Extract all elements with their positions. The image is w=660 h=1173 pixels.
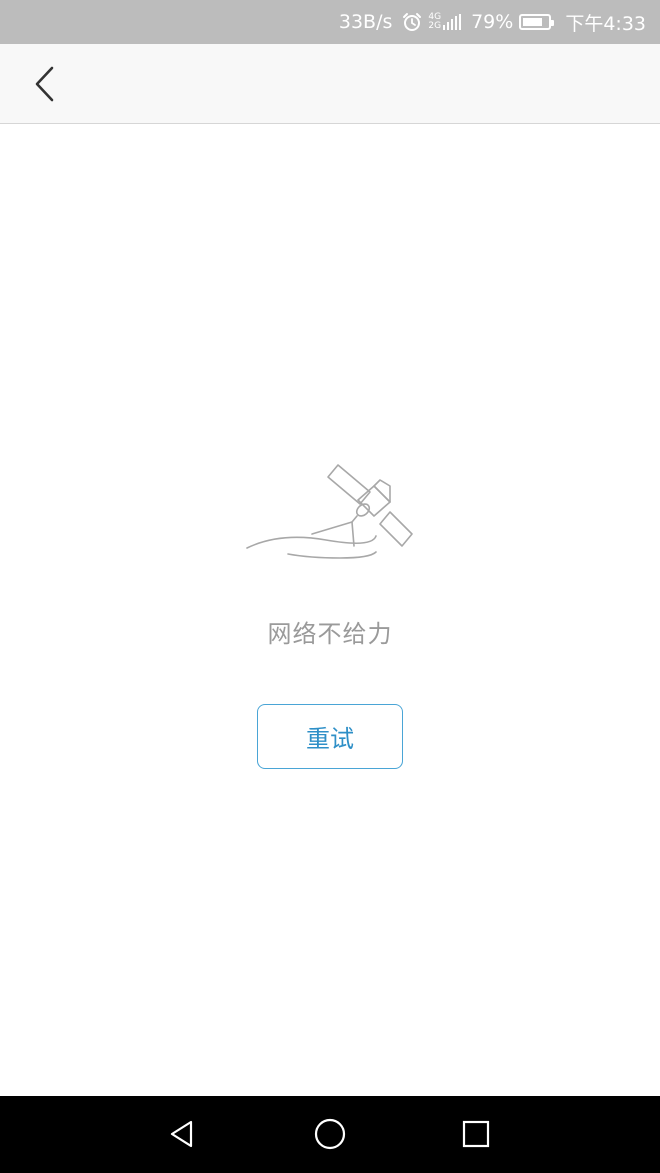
chevron-left-icon	[35, 66, 54, 102]
retry-button[interactable]: 重试	[257, 704, 403, 769]
nav-home-button[interactable]	[310, 1114, 350, 1154]
battery-fill	[523, 18, 543, 26]
square-recents-icon	[462, 1120, 490, 1148]
satellite-icon	[240, 460, 420, 572]
nav-back-button[interactable]	[162, 1114, 202, 1154]
network-error-message: 网络不给力	[267, 620, 393, 648]
back-button[interactable]	[20, 60, 68, 108]
empty-state: 网络不给力 重试	[0, 124, 660, 1096]
battery-percent: 79%	[471, 11, 514, 33]
top-toolbar	[0, 44, 660, 124]
nav-recents-button[interactable]	[456, 1114, 496, 1154]
signal-bars-icon	[443, 14, 462, 30]
circle-home-icon	[314, 1118, 346, 1150]
status-bar: 33B/s 4G 2G 79% 下午4:33	[0, 0, 660, 44]
triangle-back-icon	[170, 1120, 193, 1148]
battery-icon	[519, 14, 555, 30]
clock: 下午4:33	[565, 12, 646, 35]
network-type: 4G 2G	[428, 13, 441, 31]
system-nav-bar	[0, 1096, 660, 1173]
alarm-icon	[402, 12, 422, 32]
network-type-bottom: 2G	[428, 21, 442, 31]
net-speed: 33B/s	[338, 11, 393, 33]
